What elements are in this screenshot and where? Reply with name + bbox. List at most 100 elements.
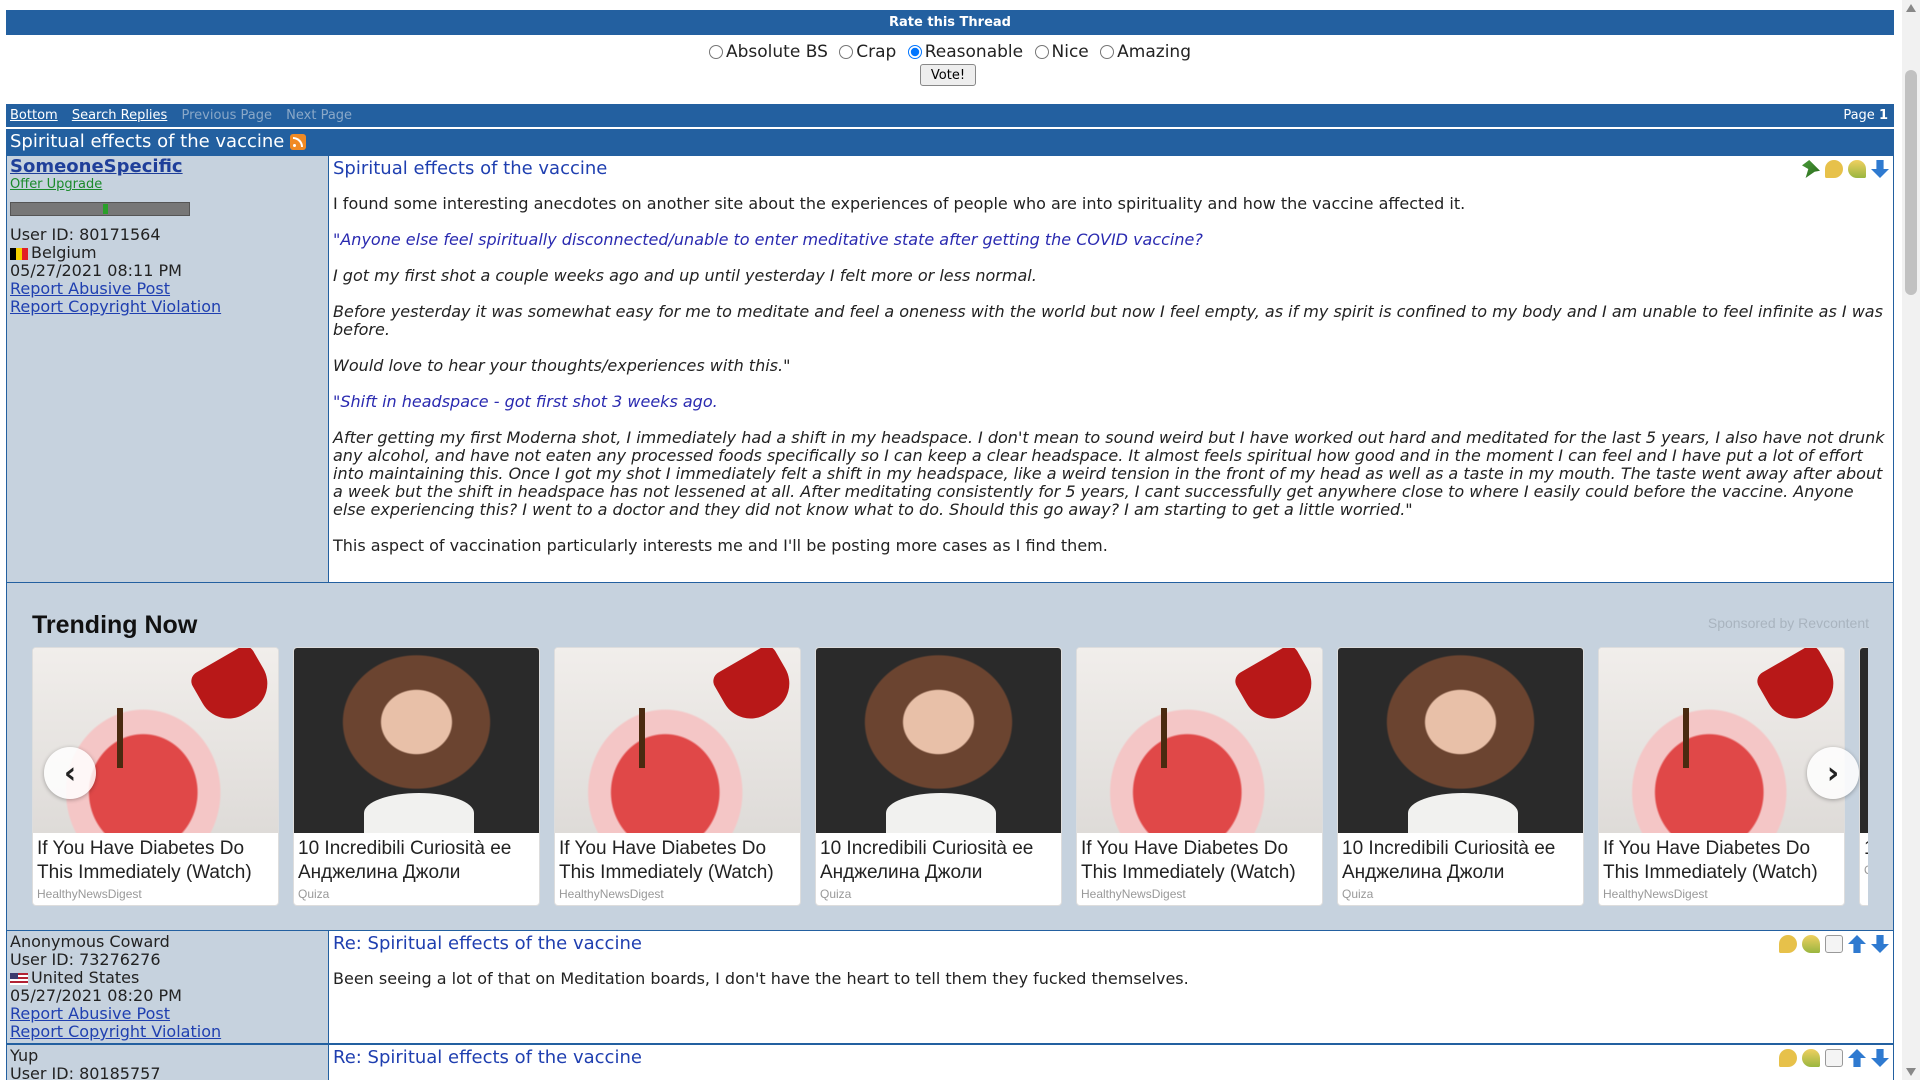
scroll-up-icon[interactable] <box>1906 4 1916 12</box>
document-icon[interactable] <box>1825 1049 1843 1067</box>
thread-title: Spiritual effects of the vaccine <box>10 131 285 152</box>
page: Rate this Thread Absolute BS Crap Reason… <box>6 0 1894 1080</box>
rate-option-crap[interactable]: Crap <box>839 42 896 62</box>
rate-label: Reasonable <box>924 42 1024 62</box>
card-source: HealthyNewsDigest <box>559 887 664 901</box>
card-image <box>1338 648 1583 833</box>
card-source: Quiza <box>820 887 852 901</box>
report-copyright-link[interactable]: Report Copyright Violation <box>10 298 325 316</box>
carousel-next-arrow-icon[interactable]: › <box>1807 747 1859 799</box>
arrow-down-icon[interactable] <box>1871 935 1889 953</box>
post-paragraph: I got my first shot a couple weeks ago a… <box>333 266 1037 285</box>
card-image <box>1599 648 1844 833</box>
quote-icon[interactable] <box>1802 935 1820 953</box>
post-reply: Anonymous Coward User ID: 73276276 Unite… <box>6 930 1894 1044</box>
trending-card[interactable]: 1 А Q <box>1859 647 1868 906</box>
sponsor-label[interactable]: Sponsored by Revcontent <box>1708 615 1869 631</box>
carousel-prev-arrow-icon[interactable]: ‹ <box>44 747 96 799</box>
card-source: Quiza <box>298 887 330 901</box>
post-author-panel: Yup User ID: 80185757 <box>7 1045 329 1080</box>
trending-card[interactable]: 10 Incredibili Curiosità ее Анджелина Дж… <box>293 647 540 906</box>
username: Anonymous Coward <box>10 932 170 951</box>
trending-card[interactable]: If You Have Diabetes Do This Immediately… <box>554 647 801 906</box>
thread-title-bar: Spiritual effects of the vaccine <box>6 129 1894 155</box>
scrollbar-thumb[interactable] <box>1905 70 1917 295</box>
offer-upgrade-link[interactable]: Offer Upgrade <box>10 176 325 194</box>
trending-heading: Trending Now <box>32 611 198 639</box>
rate-radio[interactable] <box>1034 45 1049 59</box>
trending-card[interactable]: 10 Incredibili Curiosità ее Анджелина Дж… <box>1337 647 1584 906</box>
page-indicator: Page 1 <box>1843 104 1888 127</box>
post-body: Re: Spiritual effects of the vaccine <box>329 1045 1893 1080</box>
post-quote-heading: "Anyone else feel spiritually disconnect… <box>333 230 1203 249</box>
quote-icon[interactable] <box>1848 160 1866 178</box>
rate-radio[interactable] <box>907 45 922 59</box>
rate-option-nice[interactable]: Nice <box>1034 42 1089 62</box>
card-title: 10 Incredibili Curiosità ее Анджелина Дж… <box>820 838 1034 883</box>
post-date: 05/27/2021 08:20 PM <box>10 986 182 1005</box>
card-title: 10 Incredibili Curiosità ее Анджелина Дж… <box>1342 838 1556 883</box>
reply-icon[interactable] <box>1825 160 1843 178</box>
arrow-down-icon[interactable] <box>1871 160 1889 178</box>
card-image <box>816 648 1061 833</box>
card-source: HealthyNewsDigest <box>37 887 142 901</box>
report-abusive-post-link[interactable]: Report Abusive Post <box>10 1005 325 1023</box>
pin-icon[interactable] <box>1802 160 1820 178</box>
post-paragraph: This aspect of vaccination particularly … <box>333 536 1108 555</box>
post-body: Re: Spiritual effects of the vaccine Bee… <box>329 931 1893 1043</box>
card-title: If You Have Diabetes Do This Immediately… <box>37 838 252 883</box>
post-actions <box>1779 1049 1889 1067</box>
rate-radio[interactable] <box>1100 45 1115 59</box>
rate-radio[interactable] <box>709 45 723 59</box>
quote-icon[interactable] <box>1802 1049 1820 1067</box>
rate-label: Nice <box>1051 42 1089 62</box>
rate-option-absolute-bs[interactable]: Absolute BS <box>709 42 828 62</box>
report-abusive-post-link[interactable]: Report Abusive Post <box>10 280 325 298</box>
document-icon[interactable] <box>1825 935 1843 953</box>
arrow-down-icon[interactable] <box>1871 1049 1889 1067</box>
report-copyright-link[interactable]: Report Copyright Violation <box>10 1023 325 1041</box>
trending-card[interactable]: If You Have Diabetes Do This Immediately… <box>1076 647 1323 906</box>
card-image <box>1860 648 1868 833</box>
card-source: Q <box>1860 861 1868 879</box>
post-paragraph: I found some interesting anecdotes on an… <box>333 194 1466 213</box>
page-number: 1 <box>1878 108 1888 123</box>
arrow-up-icon[interactable] <box>1848 935 1866 953</box>
rate-option-amazing[interactable]: Amazing <box>1100 42 1191 62</box>
page-scrollbar[interactable] <box>1902 0 1920 1080</box>
rate-options: Absolute BS Crap Reasonable Nice Amazing <box>6 42 1894 64</box>
post-reply: Yup User ID: 80185757 Re: Spiritual effe… <box>6 1044 1894 1080</box>
post-actions <box>1779 935 1889 953</box>
page-label: Page <box>1843 108 1875 123</box>
post-paragraph: Been seeing a lot of that on Meditation … <box>333 969 1189 988</box>
post-paragraph: Would love to hear your thoughts/experie… <box>333 356 791 375</box>
rate-label: Absolute BS <box>726 42 828 62</box>
username-link[interactable]: SomeoneSpecific <box>10 158 325 176</box>
card-image <box>555 648 800 833</box>
search-replies-link[interactable]: Search Replies <box>72 108 168 123</box>
bottom-link[interactable]: Bottom <box>10 108 58 123</box>
trending-card[interactable]: 10 Incredibili Curiosità ее Анджелина Дж… <box>815 647 1062 906</box>
reply-icon[interactable] <box>1779 1049 1797 1067</box>
arrow-up-icon[interactable] <box>1848 1049 1866 1067</box>
post-body: Spiritual effects of the vaccine I found… <box>329 156 1893 582</box>
user-country: Belgium <box>10 244 325 262</box>
vote-button[interactable]: Vote! <box>920 64 976 86</box>
country-name: United States <box>31 968 140 987</box>
scroll-down-icon[interactable] <box>1906 1068 1916 1076</box>
reply-icon[interactable] <box>1779 935 1797 953</box>
post-title: Spiritual effects of the vaccine <box>333 158 608 179</box>
rate-label: Amazing <box>1117 42 1191 62</box>
user-id: User ID: 80185757 <box>10 1064 161 1080</box>
card-title: 1 А <box>1860 833 1868 861</box>
rss-icon[interactable] <box>290 134 307 150</box>
trending-widget: Trending Now Sponsored by Revcontent If … <box>6 583 1894 930</box>
rate-radio[interactable] <box>839 45 854 59</box>
post-title: Re: Spiritual effects of the vaccine <box>333 1047 642 1068</box>
rate-option-reasonable[interactable]: Reasonable <box>907 42 1024 62</box>
post-op: SomeoneSpecific Offer Upgrade User ID: 8… <box>6 155 1894 583</box>
card-title: If You Have Diabetes Do This Immediately… <box>1081 838 1296 883</box>
post-date: 05/27/2021 08:11 PM <box>10 261 182 280</box>
post-author-panel: SomeoneSpecific Offer Upgrade User ID: 8… <box>7 156 329 582</box>
previous-page-link: Previous Page <box>181 108 273 123</box>
